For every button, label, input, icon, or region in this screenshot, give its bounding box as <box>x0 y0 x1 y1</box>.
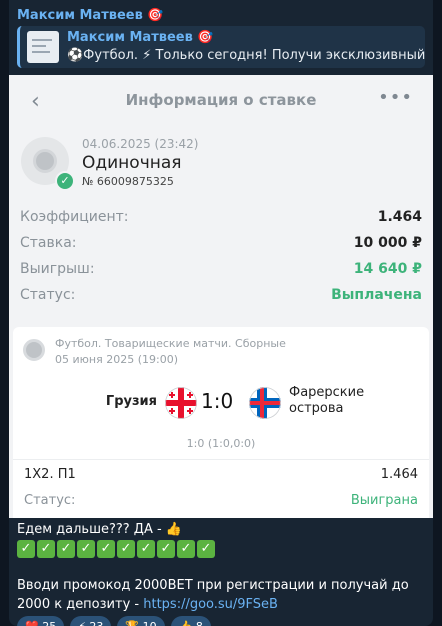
reaction-thumbs-up[interactable]: 👍 8 <box>170 616 211 626</box>
check-icon: ✓ <box>117 540 135 558</box>
bet-date: 04.06.2025 (23:42) <box>82 137 199 151</box>
checkmark-row: ✓ ✓ ✓ ✓ ✓ ✓ ✓ ✓ ✓ ✓ <box>17 540 215 558</box>
check-icon: ✓ <box>17 540 35 558</box>
author-name[interactable]: Максим Матвеев 🎯 <box>17 8 164 23</box>
detail-value: Выплачена <box>331 287 422 303</box>
status-value: Выиграна <box>350 493 418 508</box>
check-icon: ✓ <box>77 540 95 558</box>
divider <box>13 459 429 460</box>
message-text-line2: Вводи промокод 2000BET при регистрации и… <box>17 578 409 612</box>
detail-row-win: Выигрыш: 14 640 ₽ <box>20 261 422 283</box>
reply-text: ⚽Футбол. ⚡ Только сегодня! Получи эксклю… <box>67 48 425 63</box>
check-icon: ✓ <box>97 540 115 558</box>
reply-author: Максим Матвеев 🎯 <box>67 30 214 45</box>
page-title: Информация о ставке <box>125 91 317 109</box>
soccer-ball-icon <box>23 339 45 361</box>
detail-row-stake: Ставка: 10 000 ₽ <box>20 235 422 257</box>
bet-type: Одиночная <box>82 153 182 173</box>
message-bubble: Максим Матвеев 🎯 Максим Матвеев 🎯 ⚽Футбо… <box>9 0 433 626</box>
check-icon: ✓ <box>57 540 75 558</box>
faroe-flag-icon <box>249 387 281 419</box>
status-label: Статус: <box>24 493 76 508</box>
check-icon: ✓ <box>177 540 195 558</box>
detail-value: 1.464 <box>377 209 422 225</box>
bet-number: № 66009875325 <box>82 175 174 188</box>
promo-link[interactable]: https://goo.su/9FSeB <box>143 597 278 612</box>
bet-market: 1X2. П1 <box>24 467 76 482</box>
georgia-flag-icon <box>165 387 197 419</box>
match-score: 1:0 <box>201 389 234 413</box>
detail-row-odds: Коэффициент: 1.464 <box>20 209 422 231</box>
bet-screenshot-image[interactable]: ‹ Информация о ставке ••• ✓ 04.06.2025 (… <box>9 75 433 518</box>
detail-value: 10 000 ₽ <box>353 235 422 251</box>
check-icon: ✓ <box>157 540 175 558</box>
more-icon: ••• <box>378 87 413 108</box>
reaction-heart[interactable]: ❤️ 25 <box>17 616 65 626</box>
event-card: Футбол. Товарищеские матчи. Сборные 05 и… <box>13 327 429 518</box>
detail-value: 14 640 ₽ <box>353 261 422 277</box>
detail-row-status: Статус: Выплачена <box>20 287 422 309</box>
check-icon: ✓ <box>37 540 55 558</box>
detail-key: Выигрыш: <box>20 261 95 277</box>
check-icon: ✓ <box>137 540 155 558</box>
halftime-score: 1:0 (1:0,0:0) <box>186 437 256 450</box>
team-away: Фарерские острова <box>289 385 365 416</box>
detail-key: Статус: <box>20 287 76 303</box>
team-home: Грузия <box>105 394 157 409</box>
reaction-trophy[interactable]: 🏆 10 <box>117 616 165 626</box>
reply-preview[interactable]: Максим Матвеев 🎯 ⚽Футбол. ⚡ Только сегод… <box>17 26 425 68</box>
bet-odds: 1.464 <box>380 467 418 482</box>
event-date: 05 июня 2025 (19:00) <box>55 353 178 366</box>
check-icon: ✓ <box>55 171 75 191</box>
detail-key: Коэффициент: <box>20 209 129 225</box>
check-icon: ✓ <box>197 540 215 558</box>
event-league: Футбол. Товарищеские матчи. Сборные <box>55 337 286 350</box>
reactions-bar: ❤️ 25 ⚡ 23 🏆 10 👍 8 <box>17 616 211 626</box>
reply-thumbnail <box>27 31 59 63</box>
reaction-lightning[interactable]: ⚡ 23 <box>70 616 112 626</box>
message-text-line1: Едем дальше??? ДА - 👍 <box>17 522 182 537</box>
detail-key: Ставка: <box>20 235 77 251</box>
